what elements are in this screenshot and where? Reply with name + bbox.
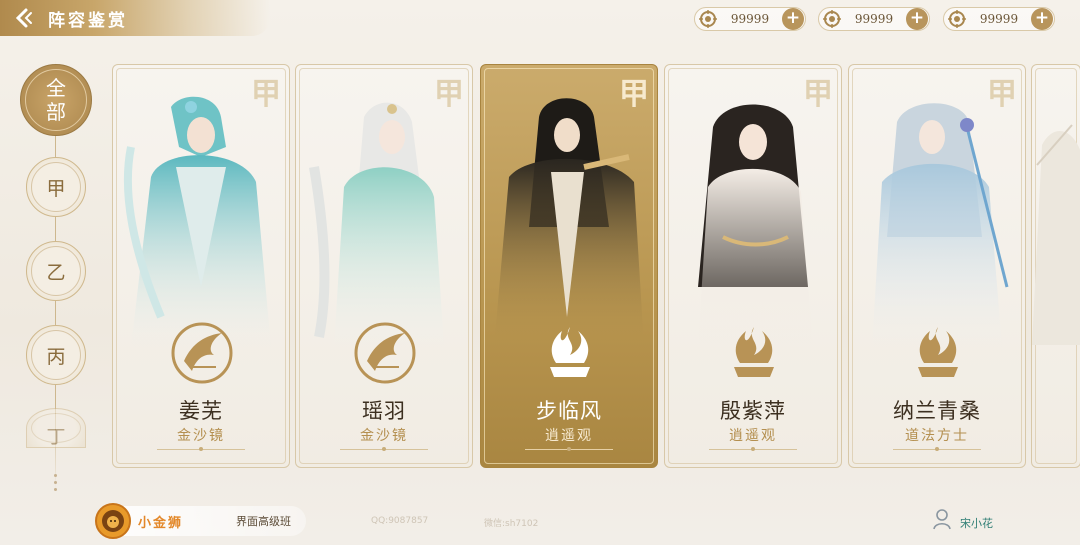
filter-label: 全部 [46, 76, 66, 124]
coin-emblem-icon [822, 9, 842, 29]
back-arrow-icon [15, 8, 32, 28]
title-tab [0, 0, 270, 36]
filter-all[interactable]: 全部 [20, 64, 92, 136]
character-portrait [1032, 124, 1080, 345]
character-sect: 逍遥观 [545, 428, 593, 444]
currency-counter: 99999 + [818, 7, 930, 31]
divider [340, 447, 428, 451]
character-sect: 逍遥观 [729, 428, 777, 444]
coin-emblem-icon [947, 9, 967, 29]
coin-emblem-icon [698, 9, 718, 29]
character-card-selected[interactable]: 甲 步临风 逍遥观 [480, 64, 658, 468]
character-portrait [872, 103, 1009, 347]
divider [525, 447, 613, 451]
character-portrait [309, 102, 444, 347]
character-name: 姜芜 [179, 399, 223, 423]
course-label: 界面高级班 [236, 515, 291, 528]
filter-label: 丙 [46, 345, 66, 368]
currency-amount: 99999 [979, 12, 1019, 26]
filter-rank-bing[interactable]: 丙 [26, 325, 86, 385]
filter-label: 甲 [46, 177, 66, 200]
character-name: 瑶羽 [362, 399, 406, 423]
character-card[interactable]: 甲 纳兰青桑 道法方士 [848, 64, 1026, 468]
bird-emblem-icon [354, 322, 416, 384]
flame-emblem-icon [550, 327, 590, 377]
bird-emblem-icon [171, 322, 233, 384]
filter-rank-jia[interactable]: 甲 [26, 157, 86, 217]
divider [709, 447, 797, 451]
filter-label: 丁 [46, 425, 66, 448]
flame-emblem-icon [918, 327, 958, 377]
filter-label: 乙 [46, 261, 66, 284]
user-icon [933, 509, 951, 530]
currency-counter: 99999 + [694, 7, 806, 31]
lion-logo-icon [95, 503, 131, 539]
divider [157, 447, 245, 451]
character-sect: 道法方士 [905, 428, 969, 444]
add-currency-button[interactable]: + [906, 8, 928, 30]
currency-counter: 99999 + [943, 7, 1055, 31]
character-sect: 金沙镜 [360, 428, 408, 444]
scroll-dots [52, 470, 58, 495]
page-title: 阵容鉴赏 [48, 11, 128, 31]
wechat-contact: 微信:sh7102 [484, 519, 539, 529]
character-card[interactable]: 甲 瑶羽 金沙镜 [295, 64, 473, 468]
add-currency-button[interactable]: + [782, 8, 804, 30]
flame-emblem-icon [734, 327, 774, 377]
qq-contact: QQ:9087857 [371, 516, 429, 526]
user-name: 宋小花 [960, 517, 993, 530]
divider [893, 447, 981, 451]
character-name: 步临风 [536, 399, 602, 423]
currency-amount: 99999 [854, 12, 894, 26]
character-sect: 金沙镜 [177, 428, 225, 444]
character-card[interactable]: 甲 姜芜 金沙镜 [112, 64, 290, 468]
filter-rank-yi[interactable]: 乙 [26, 241, 86, 301]
character-portrait [494, 98, 644, 347]
add-currency-button[interactable]: + [1031, 8, 1053, 30]
character-card-partial[interactable] [1031, 64, 1080, 468]
character-card[interactable]: 甲 殷紫萍 逍遥观 [664, 64, 842, 468]
character-portrait [698, 104, 813, 347]
back-button[interactable] [10, 5, 36, 31]
character-name: 纳兰青桑 [893, 399, 981, 423]
filter-rank-ding[interactable]: 丁 [26, 408, 86, 448]
character-portrait [123, 96, 271, 347]
brand-name: 小金狮 [138, 516, 184, 531]
character-name: 殷紫萍 [720, 399, 786, 423]
currency-amount: 99999 [730, 12, 770, 26]
